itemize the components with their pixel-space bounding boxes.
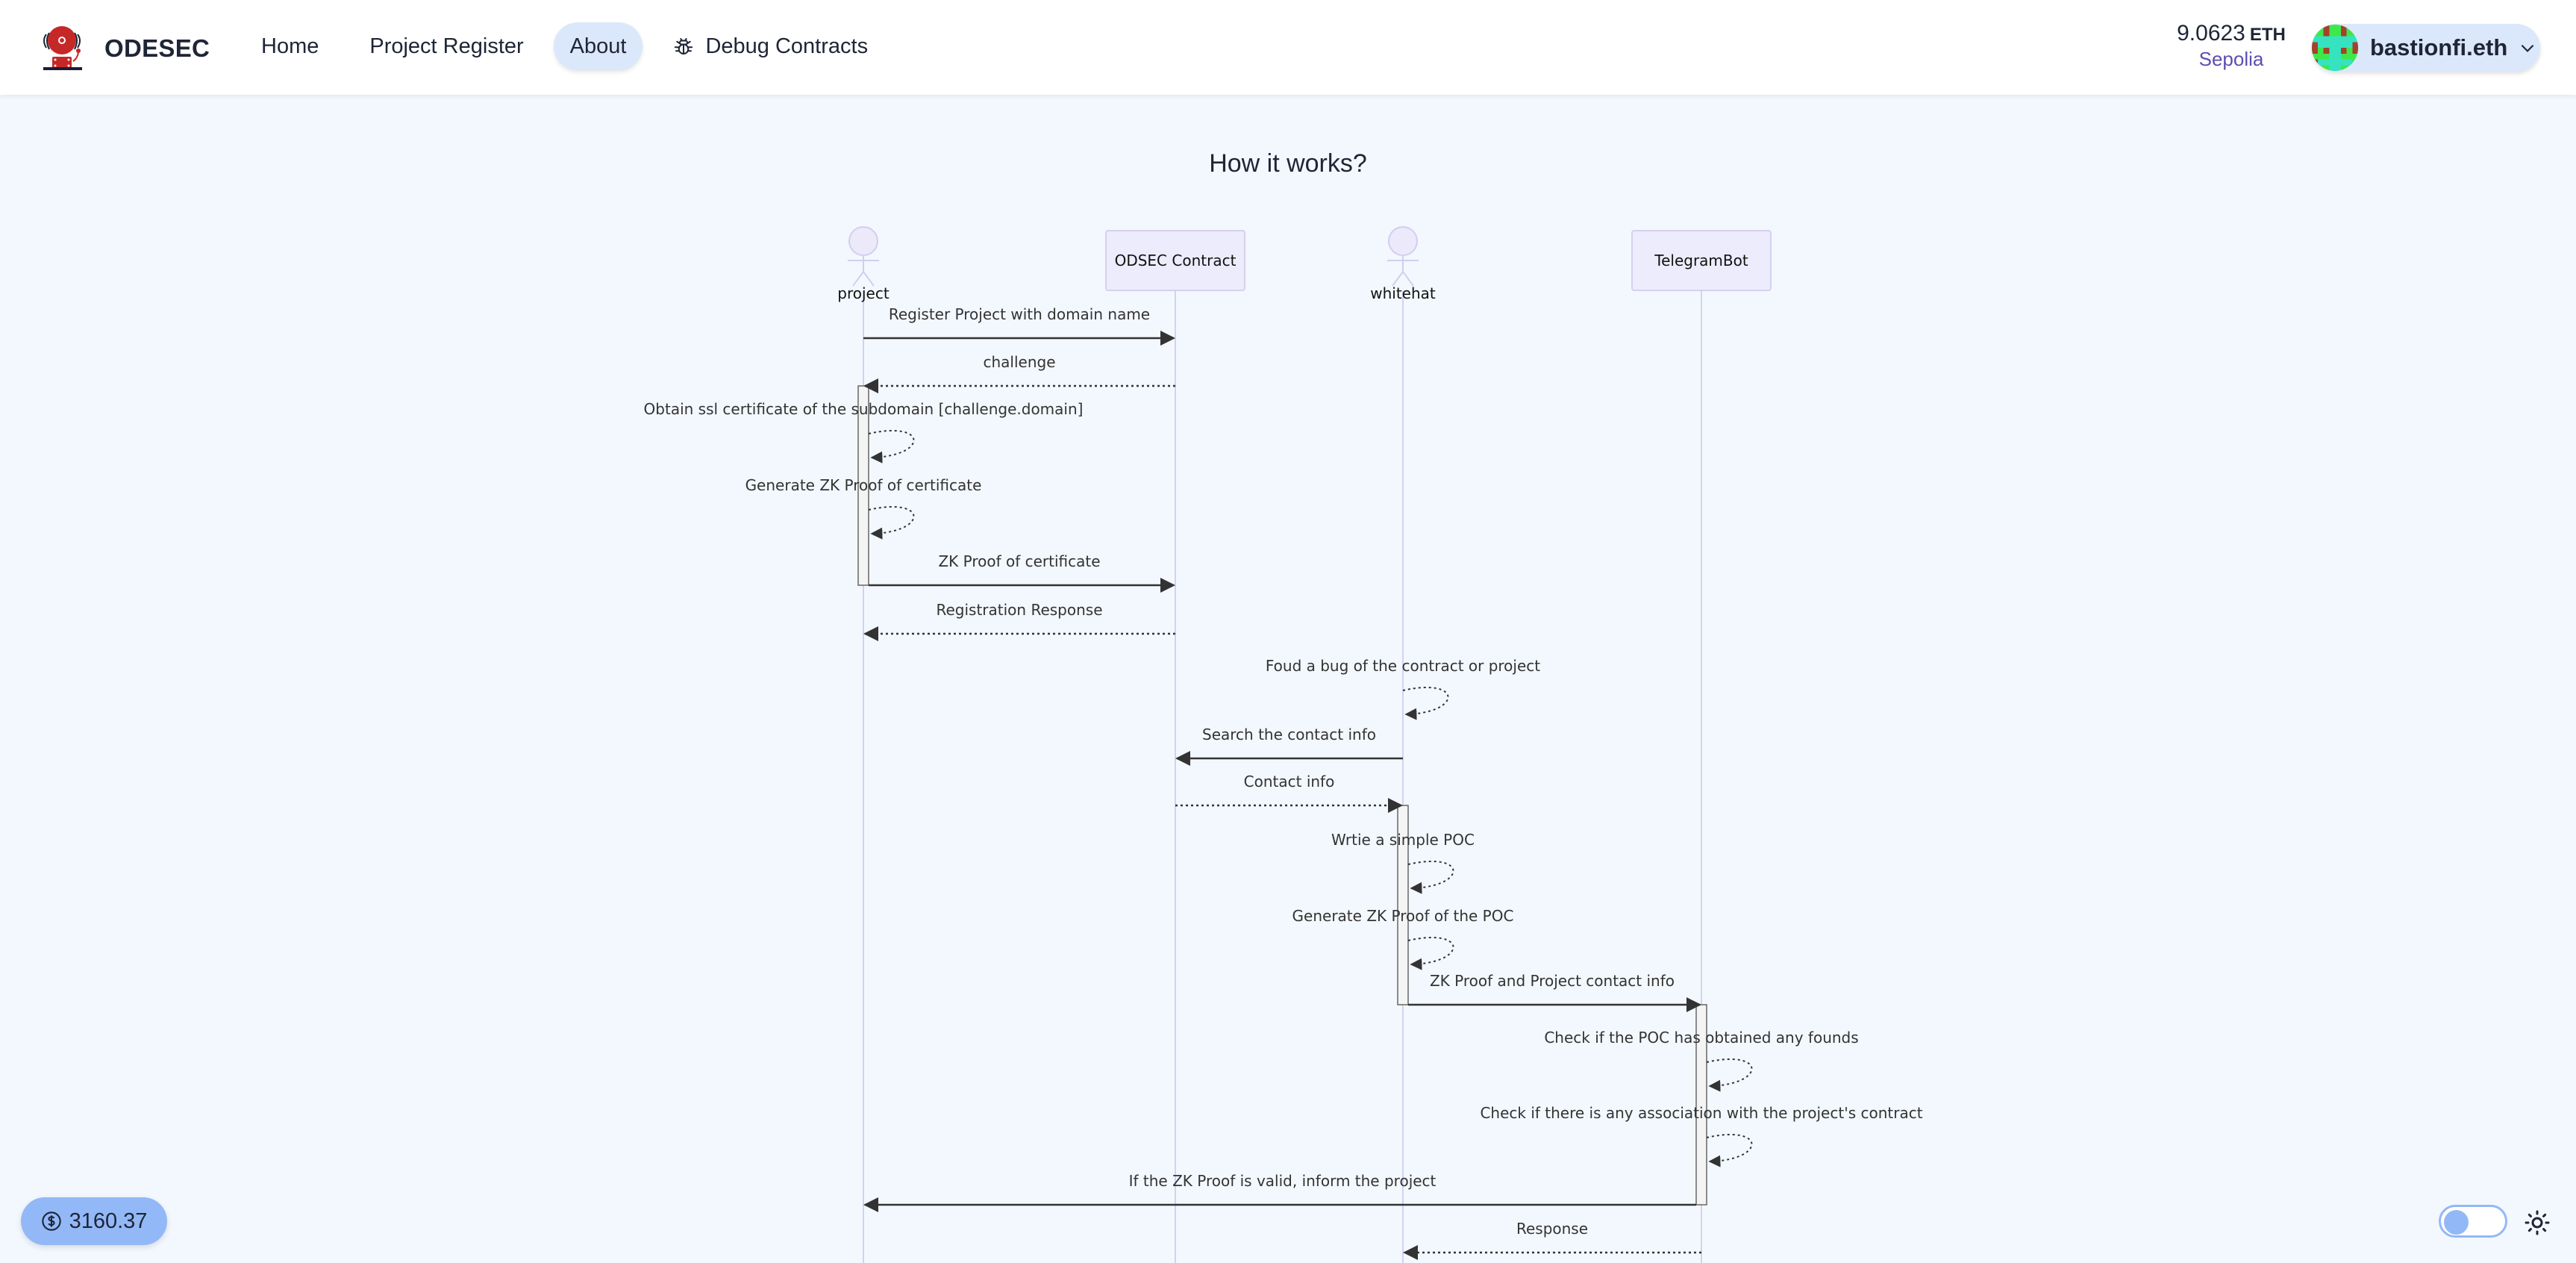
message: challenge [863,353,1175,393]
eth-price-button[interactable]: 3160.37 [21,1197,167,1245]
message-label: ZK Proof of certificate [938,552,1100,570]
message: ZK Proof of certificate [869,552,1175,593]
message-label: Check if there is any association with t… [1480,1104,1922,1122]
message: Search the contact info [1175,726,1403,766]
participant-whitehat: whitehat [1370,226,1436,302]
message: Registration Response [863,601,1175,641]
message-label: Contact info [1244,773,1335,790]
sequence-diagram: project ODSEC Contract whitehat TelegramBot… [644,226,1923,1263]
message-label: Registration Response [936,601,1102,619]
participant-label: ODSEC Contract [1115,252,1237,269]
message-label: Search the contact info [1202,726,1376,743]
self-message-arrow [1706,1058,1753,1092]
eth-price: 3160.37 [69,1209,148,1233]
message-label: If the ZK Proof is valid, inform the pro… [1129,1172,1437,1190]
actor-head-icon [848,226,878,256]
self-message-arrow [1706,1134,1753,1167]
message: Register Project with domain name [863,305,1175,346]
message-label: Wrtie a simple POC [1331,831,1475,849]
message-label: Register Project with domain name [889,305,1150,323]
dollar-icon [41,1211,61,1231]
participant-label: whitehat [1370,284,1436,302]
participant-label: project [837,284,890,302]
participant-project: project [837,226,890,302]
message: ZK Proof and Project contact info [1408,972,1701,1012]
message-label: ZK Proof and Project contact info [1430,972,1675,990]
self-message-arrow [868,506,915,540]
message-label: Generate ZK Proof of certificate [745,476,982,494]
self-message-arrow [868,430,915,464]
message-label: Check if the POC has obtained any founds [1544,1029,1858,1047]
actor-head-icon [1388,226,1418,256]
message-label: Obtain ssl certificate of the subdomain … [644,400,1084,418]
self-message-arrow [1407,937,1454,970]
toggle-knob [2444,1210,2469,1235]
participant-telegram: TelegramBot [1631,230,1772,291]
message: Contact info [1175,773,1403,813]
participant-odsec: ODSEC Contract [1105,230,1245,291]
message-label: Response [1516,1220,1588,1238]
message-label: challenge [983,353,1055,371]
participant-label: TelegramBot [1654,252,1748,269]
message: If the ZK Proof is valid, inform the pro… [863,1172,1696,1212]
sun-icon [2525,1210,2550,1235]
message-label: Generate ZK Proof of the POC [1292,907,1514,925]
message: Response [1403,1220,1701,1260]
theme-toggle[interactable] [2439,1205,2507,1238]
self-message-arrow [1402,687,1449,720]
self-message-arrow [1407,861,1454,894]
message-label: Foud a bug of the contract or project [1266,657,1540,675]
